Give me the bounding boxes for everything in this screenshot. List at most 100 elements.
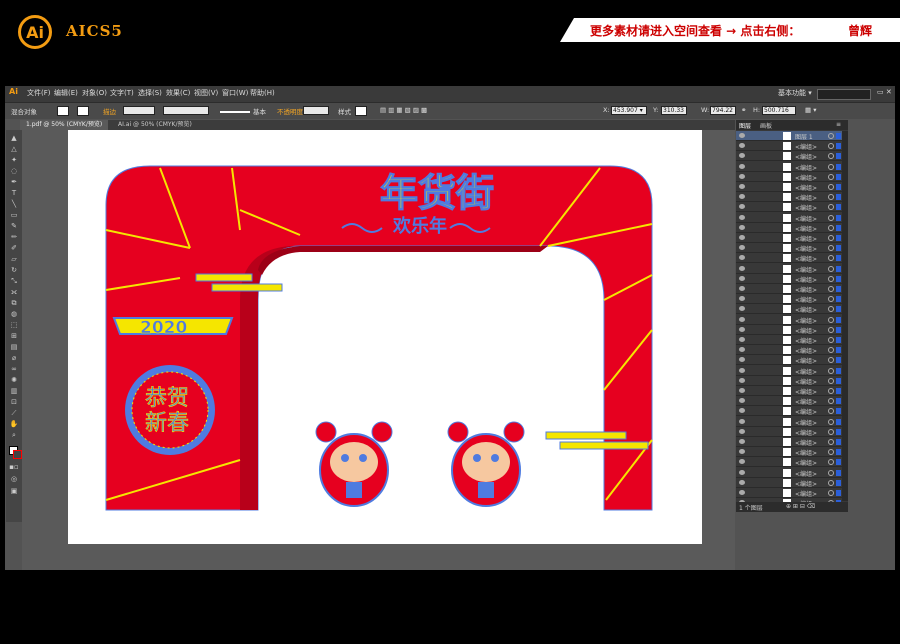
visibility-eye-icon[interactable] (739, 245, 745, 251)
visibility-eye-icon[interactable] (739, 377, 745, 383)
target-circle-icon[interactable] (828, 286, 834, 292)
selection-indicator[interactable] (836, 459, 841, 466)
visibility-eye-icon[interactable] (739, 184, 745, 189)
layer-row[interactable]: <编组> (736, 304, 842, 315)
selection-indicator[interactable] (836, 143, 841, 150)
layer-row[interactable]: <编组> (736, 294, 842, 305)
target-circle-icon[interactable] (828, 194, 834, 201)
selection-indicator[interactable] (836, 306, 841, 313)
layer-row[interactable]: <编组> (736, 396, 842, 407)
layer-row[interactable]: <编组> (736, 488, 842, 498)
layer-row[interactable]: <编组> (736, 447, 842, 458)
visibility-eye-icon[interactable] (739, 133, 745, 138)
visibility-eye-icon[interactable] (739, 428, 745, 434)
target-circle-icon[interactable] (828, 367, 834, 374)
visibility-eye-icon[interactable] (739, 306, 745, 312)
target-circle-icon[interactable] (828, 490, 834, 496)
target-circle-icon[interactable] (828, 408, 834, 415)
selection-indicator[interactable] (836, 245, 841, 252)
selection-indicator[interactable] (836, 490, 841, 496)
layer-row[interactable]: <编组> (736, 243, 842, 254)
visibility-eye-icon[interactable] (739, 347, 745, 353)
selection-indicator[interactable] (836, 153, 841, 160)
layer-row[interactable]: <编组> (736, 233, 842, 243)
selection-indicator[interactable] (836, 296, 841, 303)
layer-row[interactable]: <编组> (736, 417, 842, 427)
selection-indicator[interactable] (836, 428, 841, 435)
layer-row[interactable]: <编组> (736, 151, 842, 162)
selection-indicator[interactable] (836, 184, 841, 190)
visibility-eye-icon[interactable] (739, 388, 745, 393)
target-circle-icon[interactable] (828, 214, 834, 221)
layer-row[interactable]: <编组> (736, 427, 842, 437)
visibility-eye-icon[interactable] (739, 418, 745, 424)
target-circle-icon[interactable] (828, 428, 834, 435)
layer-row[interactable]: <编组> (736, 223, 842, 233)
selection-indicator[interactable] (836, 377, 841, 384)
target-circle-icon[interactable] (828, 306, 834, 313)
selection-indicator[interactable] (836, 418, 841, 425)
visibility-eye-icon[interactable] (739, 439, 745, 444)
selection-indicator[interactable] (836, 224, 841, 231)
visibility-eye-icon[interactable] (739, 316, 745, 322)
layer-row[interactable]: <编组> (736, 386, 842, 396)
target-circle-icon[interactable] (828, 204, 834, 211)
visibility-eye-icon[interactable] (739, 194, 745, 200)
visibility-eye-icon[interactable] (739, 286, 745, 291)
layer-row[interactable]: <编组> (736, 264, 842, 274)
tab-layers[interactable]: 图层 (739, 121, 751, 130)
target-circle-icon[interactable] (828, 347, 834, 354)
visibility-eye-icon[interactable] (739, 163, 745, 169)
visibility-eye-icon[interactable] (739, 153, 745, 159)
target-circle-icon[interactable] (828, 459, 834, 466)
visibility-eye-icon[interactable] (739, 367, 745, 373)
layer-row[interactable]: <编组> (736, 376, 842, 386)
selection-indicator[interactable] (836, 133, 841, 139)
layer-row[interactable]: <编组> (736, 325, 842, 335)
selection-indicator[interactable] (836, 357, 841, 364)
tab-artboards[interactable]: 画板 (760, 121, 772, 130)
layer-actions-icons[interactable]: ⊕ ⊞ ⊟ ⌫ (786, 503, 815, 510)
selection-indicator[interactable] (836, 275, 841, 282)
target-circle-icon[interactable] (828, 255, 834, 262)
selection-indicator[interactable] (836, 255, 841, 262)
layer-row[interactable]: <编组> (736, 468, 842, 478)
selection-indicator[interactable] (836, 235, 841, 241)
selection-indicator[interactable] (836, 163, 841, 170)
visibility-eye-icon[interactable] (739, 235, 745, 240)
visibility-eye-icon[interactable] (739, 357, 745, 363)
selection-indicator[interactable] (836, 286, 841, 292)
visibility-eye-icon[interactable] (739, 224, 745, 230)
selection-indicator[interactable] (836, 204, 841, 211)
target-circle-icon[interactable] (828, 296, 834, 303)
selection-indicator[interactable] (836, 265, 841, 272)
target-circle-icon[interactable] (828, 449, 834, 456)
layer-row[interactable]: <编组> (736, 315, 842, 325)
selection-indicator[interactable] (836, 469, 841, 476)
target-circle-icon[interactable] (828, 265, 834, 272)
target-circle-icon[interactable] (828, 184, 834, 190)
layer-row[interactable]: <编组> (736, 478, 842, 488)
target-circle-icon[interactable] (828, 479, 834, 486)
visibility-eye-icon[interactable] (739, 398, 745, 404)
target-circle-icon[interactable] (828, 326, 834, 333)
visibility-eye-icon[interactable] (739, 337, 745, 342)
layer-row[interactable]: <编组> (736, 202, 842, 213)
visibility-eye-icon[interactable] (739, 459, 745, 465)
layer-row[interactable]: <编组> (736, 335, 842, 345)
selection-indicator[interactable] (836, 326, 841, 333)
visibility-eye-icon[interactable] (739, 265, 745, 271)
selection-indicator[interactable] (836, 439, 841, 445)
visibility-eye-icon[interactable] (739, 469, 745, 475)
visibility-eye-icon[interactable] (739, 214, 745, 220)
visibility-eye-icon[interactable] (739, 326, 745, 332)
target-circle-icon[interactable] (828, 398, 834, 405)
visibility-eye-icon[interactable] (739, 204, 745, 210)
selection-indicator[interactable] (836, 316, 841, 323)
visibility-eye-icon[interactable] (739, 255, 745, 261)
target-circle-icon[interactable] (828, 388, 834, 394)
selection-indicator[interactable] (836, 408, 841, 415)
selection-indicator[interactable] (836, 194, 841, 201)
layer-row[interactable]: <编组> (736, 213, 842, 223)
target-circle-icon[interactable] (828, 163, 834, 170)
